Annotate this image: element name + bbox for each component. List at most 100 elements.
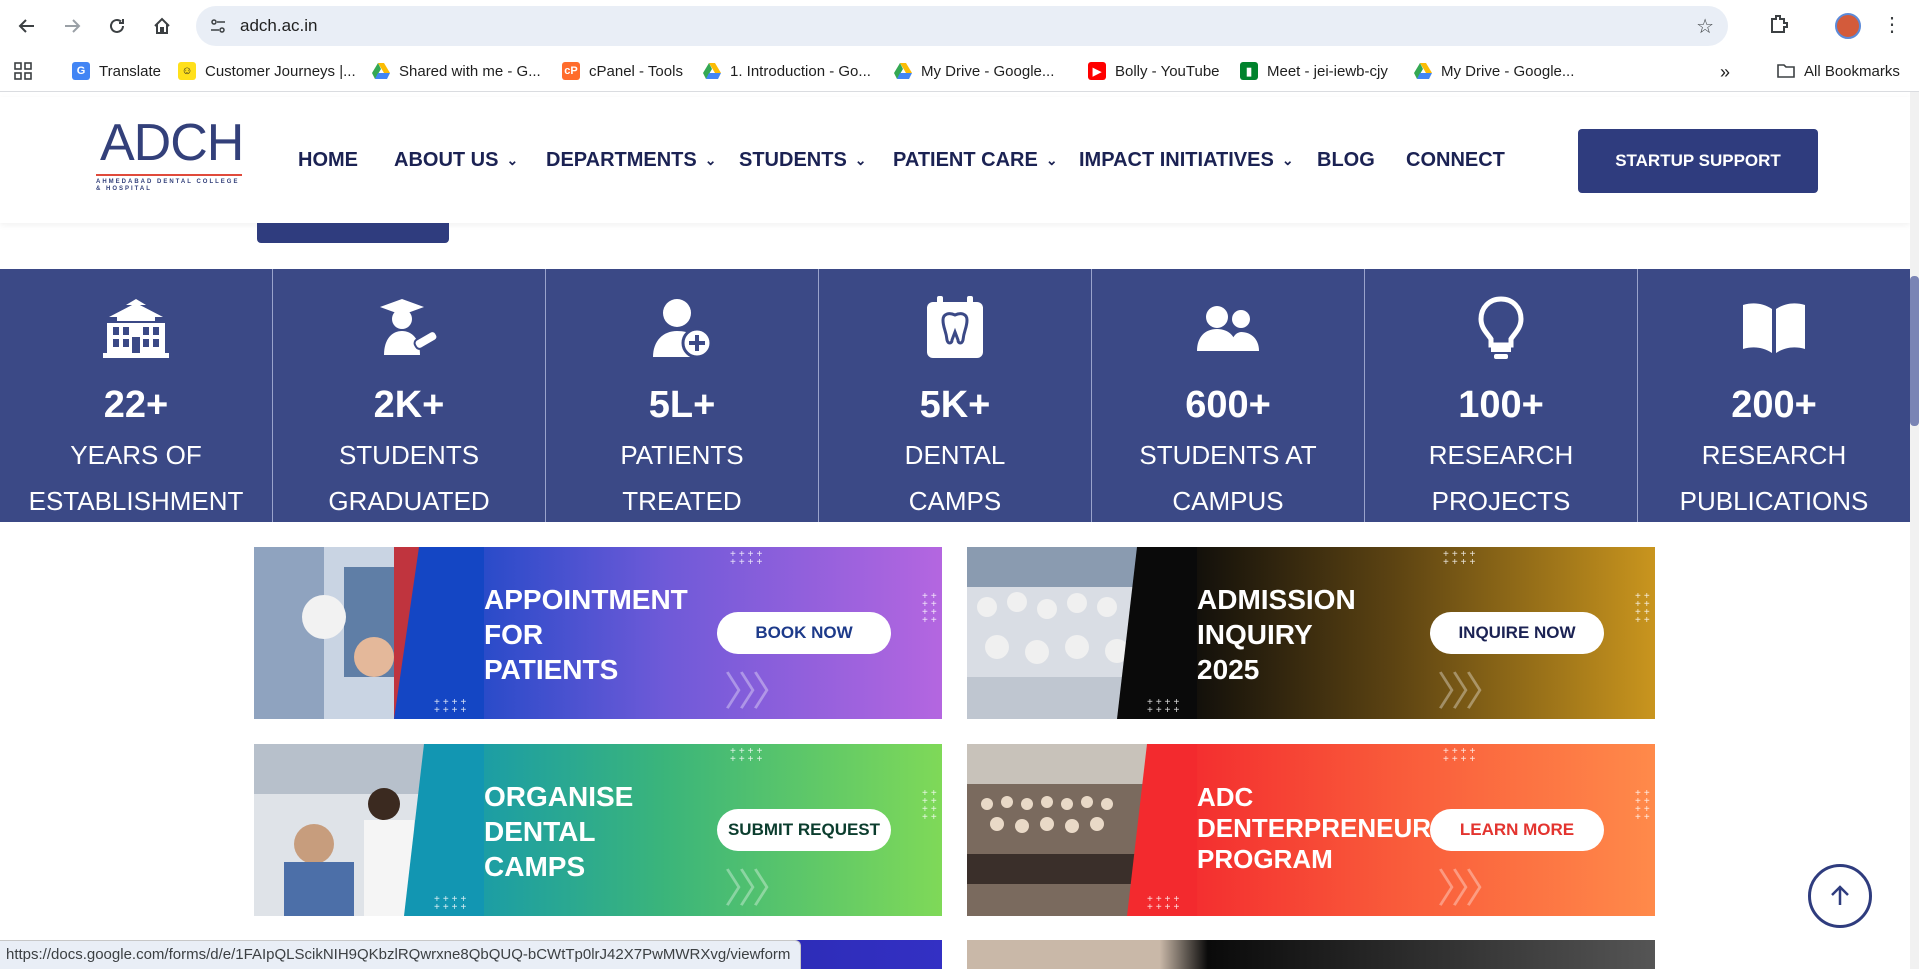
bookmark-shared-with-me[interactable]: Shared with me - G... (372, 62, 541, 80)
arrow-up-icon (1831, 885, 1849, 905)
bookmark-meet[interactable]: ▮ Meet - jei-iewb-cjy (1240, 62, 1388, 80)
stat-students-campus: 600+ STUDENTS AT CAMPUS (1092, 269, 1365, 522)
site-logo[interactable]: ADCH AHMEDABAD DENTAL COLLEGE & HOSPITAL (92, 115, 244, 192)
stat-label-line: RESEARCH (1428, 440, 1574, 470)
reload-icon[interactable] (100, 9, 134, 43)
nav-blog[interactable]: BLOG (1317, 149, 1375, 172)
inquire-now-button[interactable]: INQUIRE NOW (1430, 612, 1604, 654)
stat-label-line: TREATED (622, 486, 742, 516)
bookmark-bolly-youtube[interactable]: ▶ Bolly - YouTube (1088, 62, 1220, 80)
banner-title-line: 2025 (1197, 654, 1260, 685)
denterpreneur-banner[interactable]: ADC DENTERPRENEUR PROGRAM LEARN MORE ++++ +… (967, 744, 1655, 916)
nav-about-us[interactable]: ABOUT US ⌄ (394, 149, 518, 172)
more-bookmarks-icon[interactable]: » (1720, 62, 1730, 83)
bookmark-my-drive-2[interactable]: My Drive - Google... (1414, 62, 1574, 80)
decorative-arrows: 〉〉〉 (724, 867, 792, 911)
appointment-banner[interactable]: APPOINTMENT FOR PATIENTS BOOK NOW ++++ ++++… (254, 547, 942, 719)
back-icon[interactable] (10, 9, 44, 43)
decorative-dots: ++++++++ (922, 591, 940, 626)
nav-departments[interactable]: DEPARTMENTS ⌄ (546, 149, 716, 172)
nav-label: HOME (298, 149, 358, 171)
decorative-dots: ++++++++ (922, 788, 940, 823)
nav-impact-initiatives[interactable]: IMPACT INITIATIVES ⌄ (1079, 149, 1294, 172)
chevron-down-icon: ⌄ (704, 152, 717, 168)
banner-title-line: CAMPS (484, 851, 586, 882)
forward-icon[interactable] (55, 9, 89, 43)
startup-support-button[interactable]: STARTUP SUPPORT (1578, 129, 1818, 193)
stat-value: 200+ (1731, 384, 1817, 426)
nav-patient-care[interactable]: PATIENT CARE ⌄ (893, 149, 1058, 172)
nav-label: BLOG (1317, 149, 1375, 171)
bookmark-cpanel[interactable]: cP cPanel - Tools (562, 62, 683, 80)
banner-title: ORGANISE DENTAL CAMPS (484, 779, 633, 884)
stat-value: 2K+ (373, 384, 445, 426)
decorative-dots: ++++++++ (434, 894, 470, 913)
browser-toolbar: adch.ac.in ☆ ⋮ (0, 0, 1919, 52)
bookmark-customer-journeys[interactable]: ☺ Customer Journeys |... (178, 62, 356, 80)
scrollbar-thumb[interactable] (1910, 276, 1919, 426)
partially-hidden-button[interactable] (257, 223, 449, 243)
book-now-button[interactable]: BOOK NOW (717, 612, 891, 654)
dental-camp-photo (254, 744, 484, 916)
bookmark-my-drive[interactable]: My Drive - Google... (894, 62, 1054, 80)
stat-label: PATIENTS TREATED (556, 432, 808, 524)
bookmark-label: Bolly - YouTube (1115, 62, 1220, 80)
stat-patients: 5L+ PATIENTS TREATED (546, 269, 819, 522)
bookmark-star-icon[interactable]: ☆ (1696, 14, 1714, 39)
nav-label: DEPARTMENTS (546, 149, 697, 171)
nav-connect[interactable]: CONNECT (1406, 149, 1505, 172)
stat-graduates: 2K+ STUDENTS GRADUATED (273, 269, 546, 522)
apps-grid-icon[interactable] (14, 62, 32, 80)
extensions-icon[interactable] (1768, 13, 1790, 40)
stat-label: RESEARCH PUBLICATIONS (1648, 432, 1900, 524)
stat-label-line: PATIENTS (620, 440, 744, 470)
more-menu-icon[interactable]: ⋮ (1882, 12, 1902, 37)
stat-label-line: STUDENTS AT (1139, 440, 1317, 470)
banner-title-line: FOR (484, 619, 544, 650)
stat-label-line: GRADUATED (328, 486, 490, 516)
google-drive-icon (1414, 62, 1432, 80)
bookmark-translate[interactable]: G Translate (72, 62, 161, 80)
bookmark-label: 1. Introduction - Go... (730, 62, 871, 80)
bookmark-label: My Drive - Google... (921, 62, 1055, 80)
stat-value: 5L+ (648, 384, 716, 426)
home-icon[interactable] (145, 9, 179, 43)
nav-students[interactable]: STUDENTS ⌄ (739, 149, 867, 172)
graduate-icon (374, 293, 444, 363)
stat-value: 5K+ (919, 384, 991, 426)
bookmark-label: cPanel - Tools (589, 62, 683, 80)
address-bar[interactable]: adch.ac.in ☆ (196, 6, 1728, 46)
site-info-icon[interactable] (206, 14, 230, 38)
decorative-arrows: 〉〉〉 (724, 670, 792, 714)
all-bookmarks[interactable]: All Bookmarks (1777, 62, 1900, 80)
decorative-dots: ++++++++ (1147, 894, 1183, 913)
book-open-icon (1739, 293, 1809, 363)
next-banner-right[interactable] (967, 940, 1655, 969)
decorative-dots: ++++++++ (1147, 697, 1183, 716)
banner-title-line: INQUIRY (1197, 619, 1313, 650)
chevron-down-icon: ⌄ (506, 152, 519, 168)
admission-banner[interactable]: ADMISSION INQUIRY 2025 INQUIRE NOW ++++ +++… (967, 547, 1655, 719)
submit-request-button[interactable]: SUBMIT REQUEST (717, 809, 891, 851)
nav-home[interactable]: HOME (298, 149, 358, 172)
decorative-dots: ++++++++ (730, 549, 766, 568)
learn-more-button[interactable]: LEARN MORE (1430, 809, 1604, 851)
students-group-photo (967, 547, 1197, 719)
stat-years: 22+ YEARS OF ESTABLISHMENT (0, 269, 273, 522)
scroll-to-top-button[interactable] (1808, 864, 1872, 928)
banner-title: ADC DENTERPRENEUR PROGRAM (1197, 782, 1431, 875)
decorative-dots: ++++++++ (1635, 591, 1653, 626)
dental-camps-banner[interactable]: ORGANISE DENTAL CAMPS SUBMIT REQUEST ++++ +… (254, 744, 942, 916)
bookmark-label: Shared with me - G... (399, 62, 541, 80)
nav-label: IMPACT INITIATIVES (1079, 149, 1274, 171)
bookmark-introduction[interactable]: 1. Introduction - Go... (703, 62, 871, 80)
decorative-arrows: 〉〉〉 (1437, 867, 1505, 911)
users-icon (1193, 293, 1263, 363)
stat-label-line: PUBLICATIONS (1679, 486, 1869, 516)
banner-title-line: DENTAL (484, 816, 596, 847)
link-status-url: https://docs.google.com/forms/d/e/1FAIpQ… (0, 940, 802, 969)
page-scrollbar[interactable] (1910, 92, 1919, 969)
profile-avatar[interactable] (1835, 13, 1861, 39)
url-text[interactable]: adch.ac.in (240, 16, 318, 36)
stat-label: DENTAL CAMPS (829, 432, 1081, 524)
